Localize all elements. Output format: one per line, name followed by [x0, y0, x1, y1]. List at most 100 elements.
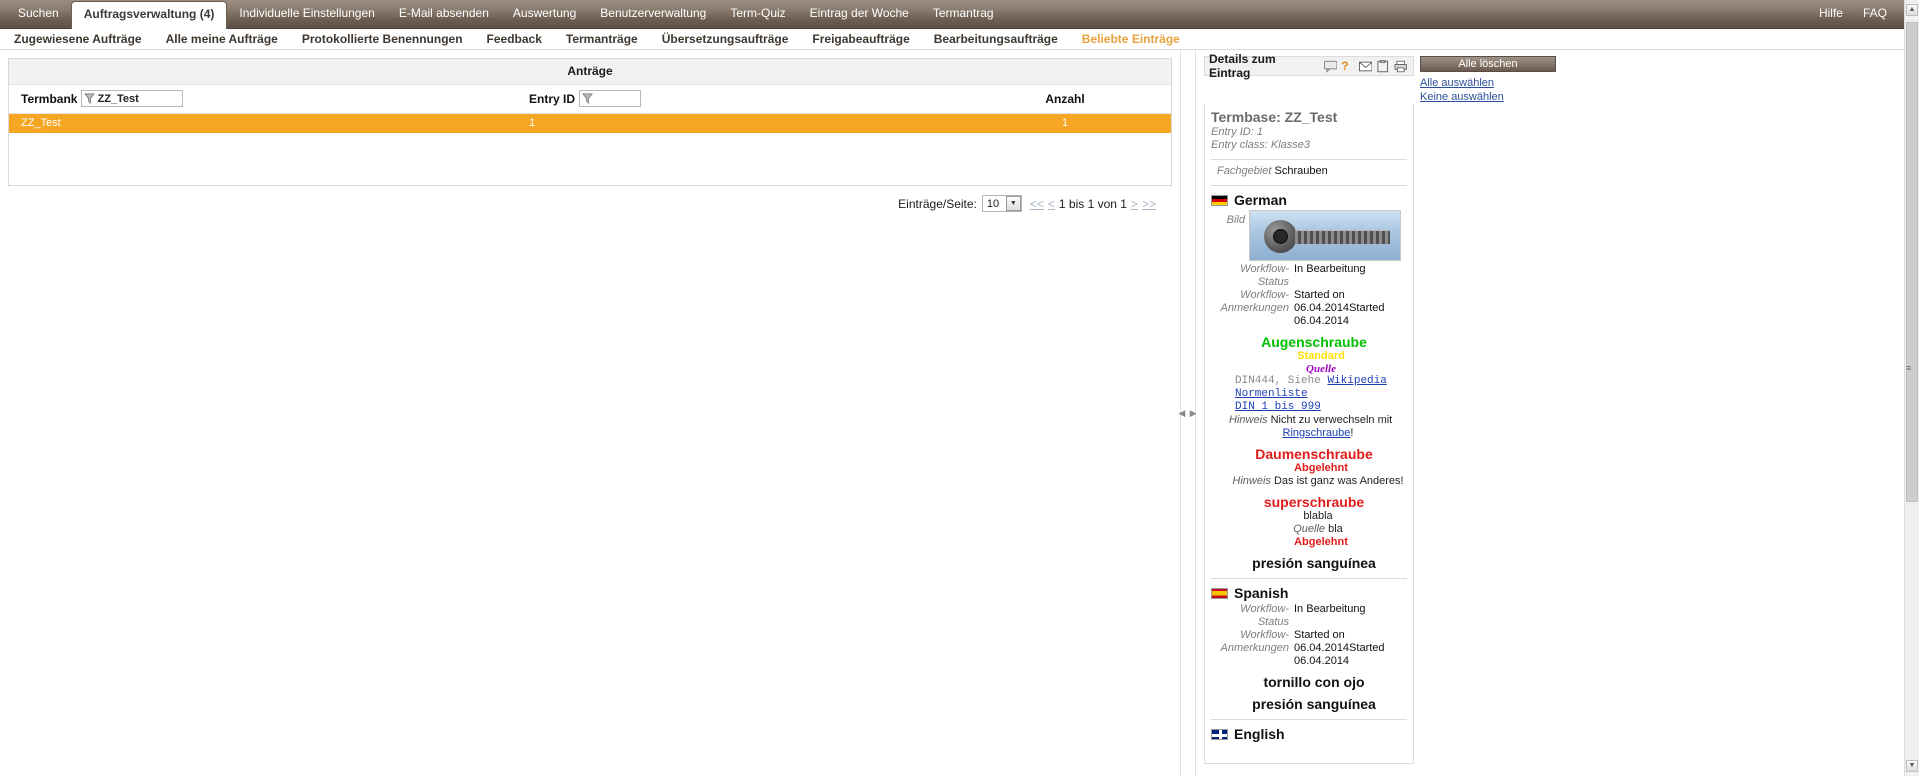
quelle-label: Quelle [1293, 523, 1326, 535]
bolt-thread-shape [1295, 230, 1390, 244]
detail-pane: Details zum Eintrag ? Alle löschen Alle … [1196, 50, 1919, 776]
workflow-status-label: Workflow-Status [1240, 603, 1289, 628]
fachgebiet-label: Fachgebiet [1217, 165, 1272, 177]
nav-tab-benutzerverwaltung[interactable]: Benutzerverwaltung [588, 0, 718, 28]
pane-splitter[interactable]: ◀ ▶ [1178, 50, 1197, 776]
term-status-abgelehnt: Abgelehnt [1294, 462, 1348, 474]
filter-funnel-icon[interactable] [84, 93, 96, 104]
splitter-grip-icon[interactable]: ◀ ▶ [1178, 408, 1197, 419]
per-page-select[interactable]: 10 ▼ [981, 195, 1022, 212]
clipboard-icon[interactable] [1376, 59, 1389, 73]
nav-tab-termantrag[interactable]: Termantrag [921, 0, 1006, 28]
term-tornillo-con-ojo[interactable]: tornillo con ojo [1211, 674, 1407, 690]
language-name-spanish: Spanish [1234, 585, 1289, 601]
language-header-english: English [1211, 726, 1407, 742]
nav-tab-individuelle-einstellungen[interactable]: Individuelle Einstellungen [227, 0, 386, 28]
language-header-spanish: Spanish [1211, 585, 1407, 601]
page-vertical-scrollbar[interactable]: ▲ ≡ ▼ [1904, 0, 1919, 776]
hinweis-tail: ! [1350, 427, 1354, 439]
termbank-filter-input[interactable]: ZZ_Test [81, 90, 184, 107]
subnav-beliebte-eintraege[interactable]: Beliebte Einträge [1082, 32, 1194, 46]
page-first-button[interactable]: << [1030, 197, 1044, 211]
term-augenschraube[interactable]: Augenschraube [1211, 334, 1407, 350]
nav-tab-auftragsverwaltung[interactable]: Auftragsverwaltung (4) [70, 1, 228, 29]
subnav-zugewiesene-auftraege[interactable]: Zugewiesene Aufträge [14, 32, 156, 46]
eye-bolt-screw-photo[interactable] [1249, 210, 1401, 261]
hinweis-label: Hinweis [1229, 414, 1268, 426]
delete-all-button[interactable]: Alle löschen [1420, 56, 1556, 72]
nav-link-hilfe[interactable]: Hilfe [1809, 0, 1853, 28]
entry-class-meta: Entry class: Klasse3 [1211, 139, 1311, 151]
language-name-german: German [1234, 192, 1287, 208]
per-page-value: 10 [986, 197, 1000, 210]
panel-title: Anträge [9, 59, 1171, 85]
page-last-button[interactable]: >> [1142, 197, 1156, 211]
antraege-panel: Anträge Termbank ZZ_Test Entry ID Anzahl… [8, 58, 1172, 186]
workflow-status-value: In Bearbeitung [1294, 263, 1366, 275]
per-page-label: Einträge/Seite: [898, 196, 977, 211]
detail-actions: Alle löschen Alle auswählen Keine auswäh… [1412, 56, 1556, 104]
fachgebiet-value: Schrauben [1274, 165, 1328, 177]
superschraube-note: blabla [1303, 510, 1333, 522]
subnav-bearbeitungsauftraege[interactable]: Bearbeitungsaufträge [934, 32, 1072, 46]
table-row[interactable]: ZZ_Test 1 1 [9, 113, 1171, 133]
cell-termbank: ZZ_Test [21, 117, 61, 129]
antraege-table: Termbank ZZ_Test Entry ID Anzahl ZZ_Test… [9, 85, 1171, 133]
german-workflow-notes-row: Workflow-Anmerkungen Started on 06.04.20… [1211, 289, 1407, 328]
quelle-text: bla [1328, 523, 1343, 535]
divider-line [1211, 159, 1407, 160]
comment-icon[interactable] [1323, 60, 1338, 73]
ringschraube-link[interactable]: Ringschraube [1283, 427, 1351, 439]
quelle-text: DIN444, Siehe [1235, 375, 1321, 387]
quelle-link2-row: DIN 1 bis 999 [1211, 401, 1407, 414]
scroll-down-arrow-icon[interactable]: ▼ [1906, 760, 1918, 772]
select-none-link[interactable]: Keine auswählen [1420, 90, 1556, 104]
din-1-bis-999-link[interactable]: DIN 1 bis 999 [1235, 401, 1321, 413]
term-superschraube[interactable]: superschraube [1211, 494, 1407, 510]
term-daumenschraube[interactable]: Daumenschraube [1211, 446, 1407, 462]
nav-tab-term-quiz[interactable]: Term-Quiz [718, 0, 797, 28]
workflow-notes-label: Workflow-Anmerkungen [1220, 289, 1290, 314]
page-scroll-thumb[interactable] [1906, 22, 1918, 502]
mail-icon[interactable] [1358, 60, 1373, 73]
scroll-mid-handle-icon[interactable]: ≡ [1906, 364, 1911, 373]
results-pane: Anträge Termbank ZZ_Test Entry ID Anzahl… [0, 50, 1180, 776]
select-all-link[interactable]: Alle auswählen [1420, 76, 1556, 90]
detail-body: Termbase: ZZ_Test Entry ID: 1 Entry clas… [1204, 104, 1414, 764]
entryid-filter-input[interactable] [579, 90, 642, 107]
detail-top-row: Details zum Eintrag ? Alle löschen Alle … [1204, 52, 1913, 104]
nav-tab-suchen[interactable]: Suchen [6, 0, 71, 28]
page-prev-button[interactable]: < [1048, 197, 1055, 211]
workflow-notes-value: Started on 06.04.2014Started 06.04.2014 [1294, 629, 1385, 667]
column-termbank: Termbank ZZ_Test [9, 85, 529, 114]
subnav-uebersetzungsauftraege[interactable]: Übersetzungsaufträge [662, 32, 803, 46]
subnav-protokollierte-benennungen[interactable]: Protokollierte Benennungen [302, 32, 477, 46]
filter-funnel-icon[interactable] [582, 93, 593, 104]
table-body: ZZ_Test 1 1 [9, 113, 1171, 133]
term-status-standard: Standard [1297, 350, 1345, 362]
hinweis-text: Nicht zu verwechseln mit [1270, 414, 1393, 426]
workflow-status-value: In Bearbeitung [1294, 603, 1366, 615]
subnav-alle-meine-auftraege[interactable]: Alle meine Aufträge [166, 32, 292, 46]
print-icon[interactable] [1394, 60, 1407, 73]
subnav-termantraege[interactable]: Termanträge [566, 32, 652, 46]
scroll-up-arrow-icon[interactable]: ▲ [1906, 4, 1918, 16]
divider-line [1211, 185, 1407, 186]
term-presion-sanguinea-es[interactable]: presión sanguínea [1211, 696, 1407, 712]
page-next-button[interactable]: > [1131, 197, 1138, 211]
subnav-feedback[interactable]: Feedback [487, 32, 556, 46]
nav-tab-email-absenden[interactable]: E-Mail absenden [387, 0, 501, 28]
language-name-english: English [1234, 726, 1285, 742]
chevron-down-icon[interactable]: ▼ [1005, 196, 1021, 211]
nav-link-faq[interactable]: FAQ [1853, 0, 1897, 28]
nav-tab-eintrag-der-woche[interactable]: Eintrag der Woche [798, 0, 921, 28]
term-presion-sanguinea-de[interactable]: presión sanguínea [1211, 555, 1407, 571]
help-icon[interactable]: ? [1341, 59, 1354, 73]
table-header-row: Termbank ZZ_Test Entry ID Anzahl [9, 85, 1171, 114]
hinweis-text: Das ist ganz was Anderes! [1273, 475, 1404, 487]
german-workflow-status-row: Workflow-Status In Bearbeitung [1211, 263, 1407, 289]
english-flag-icon [1211, 728, 1228, 740]
nav-tab-auswertung[interactable]: Auswertung [501, 0, 588, 28]
divider-line [1211, 719, 1407, 720]
subnav-freigabeauftraege[interactable]: Freigabeaufträge [812, 32, 923, 46]
